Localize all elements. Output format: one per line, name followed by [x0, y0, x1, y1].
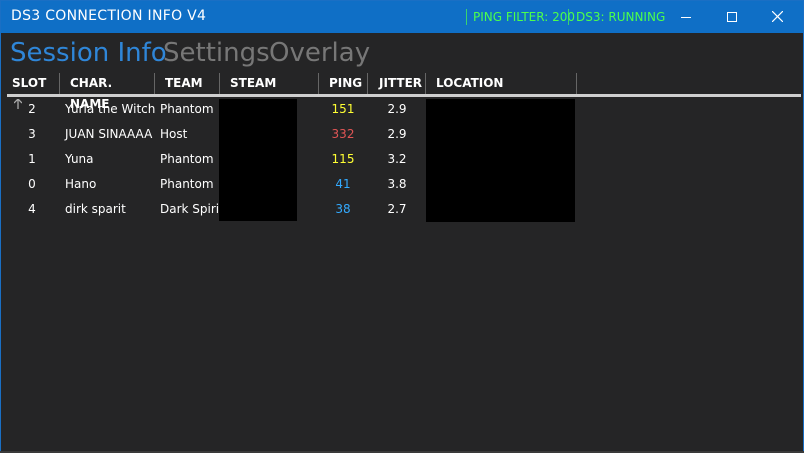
slot-cell: 2 — [28, 102, 36, 116]
char-name-cell: JUAN SINAAAA — [65, 127, 153, 141]
team-cell: Phantom — [160, 102, 214, 116]
close-button[interactable] — [755, 1, 801, 33]
column-header-char-name[interactable]: CHAR. NAME — [60, 73, 155, 111]
tab-settings[interactable]: Settings — [163, 38, 270, 68]
minimize-icon — [681, 17, 691, 18]
column-header-steam-name[interactable]: STEAM NAME — [220, 73, 319, 111]
ping-filter-status: PING FILTER: 200 — [473, 10, 575, 24]
ping-cell: 115 — [331, 152, 355, 166]
title-bar[interactable]: DS3 CONNECTION INFO V4 PING FILTER: 200 … — [1, 1, 803, 33]
char-name-cell: dirk sparit — [65, 202, 126, 216]
tab-session-info[interactable]: Session Info — [10, 38, 167, 68]
column-header-slot[interactable]: SLOT — [7, 73, 60, 109]
slot-cell: 0 — [28, 177, 36, 191]
column-header-jitter[interactable]: JITTER — [368, 73, 426, 94]
jitter-cell: 3.8 — [387, 177, 407, 191]
jitter-cell: 2.7 — [387, 202, 407, 216]
steam-name-redaction — [219, 99, 297, 221]
ping-cell: 151 — [331, 102, 355, 116]
jitter-cell: 2.9 — [387, 102, 407, 116]
close-icon — [772, 11, 783, 22]
minimize-button[interactable] — [663, 1, 709, 33]
column-header-team[interactable]: TEAM — [155, 73, 220, 94]
tab-overlay[interactable]: Overlay — [269, 38, 370, 68]
status-separator — [466, 9, 467, 25]
jitter-cell: 2.9 — [387, 127, 407, 141]
maximize-button[interactable] — [709, 1, 755, 33]
char-name-cell: Yuria the Witch — [65, 102, 156, 116]
column-header-location[interactable]: LOCATION — [426, 73, 577, 94]
ping-cell: 41 — [335, 177, 351, 191]
slot-cell: 1 — [28, 152, 36, 166]
ping-cell: 332 — [331, 127, 355, 141]
team-cell: Dark Spirit — [160, 202, 224, 216]
slot-cell: 4 — [28, 202, 36, 216]
team-cell: Phantom — [160, 152, 214, 166]
location-redaction — [426, 99, 575, 222]
ping-cell: 38 — [335, 202, 351, 216]
char-name-cell: Hano — [65, 177, 97, 191]
window-title: DS3 CONNECTION INFO V4 — [11, 8, 207, 24]
status-separator — [568, 9, 569, 25]
app-window: DS3 CONNECTION INFO V4 PING FILTER: 200 … — [0, 0, 804, 453]
jitter-cell: 3.2 — [387, 152, 407, 166]
ds3-running-status: DS3: RUNNING — [576, 10, 666, 24]
maximize-icon — [727, 12, 737, 22]
team-cell: Host — [160, 127, 188, 141]
slot-cell: 3 — [28, 127, 36, 141]
team-cell: Phantom — [160, 177, 214, 191]
char-name-cell: Yuna — [65, 152, 94, 166]
column-header-ping[interactable]: PING — [319, 73, 368, 94]
table-header: SLOT CHAR. NAME TEAM STEAM NAME PING JIT… — [7, 73, 797, 111]
column-label: SLOT — [12, 76, 47, 90]
